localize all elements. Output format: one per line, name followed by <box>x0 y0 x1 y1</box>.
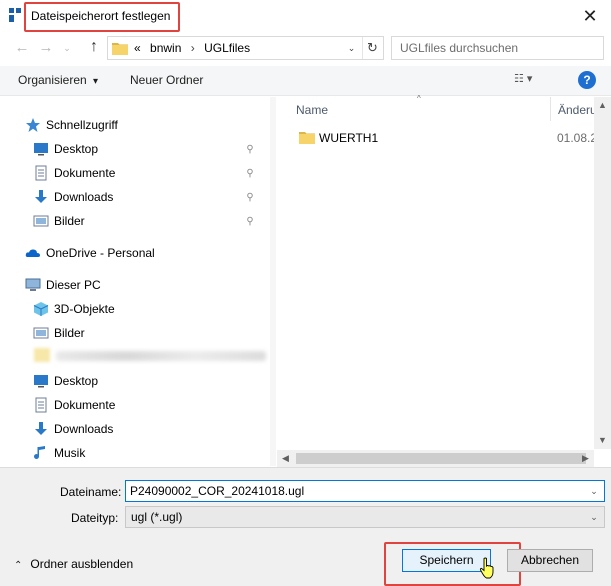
refresh-button[interactable]: ↻ <box>362 37 382 59</box>
horizontal-scrollbar[interactable]: ◀ ▶ <box>277 450 594 467</box>
save-button[interactable]: Speichern <box>402 549 491 572</box>
refresh-icon: ↻ <box>367 40 378 55</box>
organize-button[interactable]: Organisieren ▾ <box>18 73 98 87</box>
filetype-value: ugl (*.ugl) <box>131 510 183 524</box>
navigation-pane-scrollbar[interactable] <box>270 97 276 466</box>
scroll-up-icon[interactable]: ▲ <box>594 97 611 114</box>
save-form: Dateiname: ⌄ Dateityp: ugl (*.ugl) ⌄ ⌃ Or… <box>0 467 611 586</box>
up-button[interactable]: ↑ <box>84 37 104 57</box>
desktop-icon <box>34 375 48 388</box>
nav-item-desktop-pc[interactable]: Desktop <box>33 370 98 392</box>
scrollbar-thumb[interactable] <box>296 453 586 464</box>
search-box[interactable] <box>391 36 604 60</box>
nav-quick-access[interactable]: Schnellzugriff <box>25 114 118 136</box>
scroll-left-icon[interactable]: ◀ <box>277 450 294 467</box>
nav-item-desktop[interactable]: Desktop <box>33 138 98 160</box>
filename-input[interactable] <box>126 481 581 501</box>
pictures-icon <box>33 327 49 339</box>
close-button[interactable]: ✕ <box>572 2 608 30</box>
nav-this-pc[interactable]: Dieser PC <box>25 274 101 296</box>
toolbar: Organisieren ▾ Neuer Ordner ☷ ▾ ? <box>0 66 611 96</box>
chevron-down-icon[interactable]: ⌄ <box>586 483 602 499</box>
vertical-scrollbar[interactable]: ▲ ▼ <box>594 97 611 449</box>
pictures-icon <box>33 215 49 227</box>
address-dropdown-button[interactable]: ⌄ <box>342 37 360 59</box>
redacted-label <box>56 351 266 361</box>
folder-icon <box>34 348 50 362</box>
chevron-up-icon: ⌃ <box>14 560 23 571</box>
3d-objects-icon <box>33 302 49 316</box>
documents-icon <box>35 397 47 413</box>
sort-ascending-icon: ^ <box>417 94 421 103</box>
cancel-button[interactable]: Abbrechen <box>507 549 593 572</box>
nav-item-pictures[interactable]: Bilder <box>33 210 85 232</box>
navigation-pane: Schnellzugriff Desktop ⚲ Dokumente ⚲ Dow… <box>0 97 270 466</box>
pin-icon[interactable]: ⚲ <box>244 144 256 156</box>
nav-item-pictures-pc[interactable]: Bilder <box>33 322 85 344</box>
nav-item-documents-pc[interactable]: Dokumente <box>33 394 115 416</box>
recent-locations-button[interactable]: ⌄ <box>60 38 74 58</box>
downloads-icon <box>35 422 47 435</box>
organize-label: Organisieren <box>18 73 87 87</box>
star-icon <box>26 118 40 132</box>
nav-item-3d-objects[interactable]: 3D-Objekte <box>33 298 115 320</box>
folder-icon <box>299 132 315 144</box>
address-bar[interactable]: « bnwin › UGLfiles ⌄ ↻ <box>107 36 384 60</box>
window-title: Dateispeicherort festlegen <box>31 9 171 23</box>
nav-onedrive[interactable]: OneDrive - Personal <box>25 242 155 264</box>
help-button[interactable]: ? <box>578 71 596 89</box>
help-icon: ? <box>583 73 591 87</box>
hide-folders-label: Ordner ausblenden <box>30 557 134 571</box>
new-folder-button[interactable]: Neuer Ordner <box>130 73 203 87</box>
downloads-icon <box>35 190 47 203</box>
filetype-select[interactable]: ugl (*.ugl) ⌄ <box>125 506 605 528</box>
app-icon <box>9 8 21 22</box>
nav-item-documents[interactable]: Dokumente <box>33 162 115 184</box>
file-row[interactable]: WUERTH1 01.08.2023 <box>295 127 611 149</box>
hide-folders-button[interactable]: ⌃ Ordner ausblenden <box>14 557 133 571</box>
documents-icon <box>35 165 47 181</box>
hand-cursor-icon <box>479 557 494 579</box>
close-icon: ✕ <box>582 5 598 26</box>
back-button[interactable]: ← <box>12 38 32 58</box>
column-separator[interactable] <box>550 97 551 121</box>
breadcrumb-uglfiles[interactable]: UGLfiles <box>204 41 250 55</box>
search-input[interactable] <box>392 37 603 59</box>
filename-combobox[interactable]: ⌄ <box>125 480 605 502</box>
computer-icon <box>25 278 41 291</box>
desktop-icon <box>34 143 48 156</box>
cloud-icon <box>25 249 40 257</box>
chevron-down-icon[interactable]: ⌄ <box>586 509 602 525</box>
view-list-icon: ☷ ▾ <box>514 73 533 85</box>
nav-item-redacted[interactable] <box>34 346 270 366</box>
nav-item-downloads-pc[interactable]: Downloads <box>33 418 113 440</box>
breadcrumb-separator[interactable]: › <box>191 41 195 55</box>
filename-label: Dateiname: <box>60 485 122 499</box>
column-header-name[interactable]: Name <box>296 103 328 117</box>
file-name: WUERTH1 <box>319 131 379 145</box>
view-options-button[interactable]: ☷ ▾ <box>514 72 550 90</box>
filetype-label: Dateityp: <box>71 511 119 525</box>
folder-icon <box>112 43 128 55</box>
address-overflow[interactable]: « <box>134 41 141 55</box>
chevron-down-icon: ▾ <box>93 76 99 87</box>
pin-icon[interactable]: ⚲ <box>244 192 256 204</box>
scroll-down-icon[interactable]: ▼ <box>594 432 611 449</box>
file-list: Name ^ Änderung WUERTH1 01.08.2023 <box>277 94 611 450</box>
nav-item-music[interactable]: Musik <box>33 442 85 464</box>
pin-icon[interactable]: ⚲ <box>244 168 256 180</box>
nav-item-downloads[interactable]: Downloads <box>33 186 113 208</box>
breadcrumb-bnwin[interactable]: bnwin <box>150 41 181 55</box>
forward-button[interactable]: → <box>36 38 56 58</box>
pin-icon[interactable]: ⚲ <box>244 216 256 228</box>
music-icon <box>34 446 45 459</box>
scroll-right-icon[interactable]: ▶ <box>577 450 594 467</box>
